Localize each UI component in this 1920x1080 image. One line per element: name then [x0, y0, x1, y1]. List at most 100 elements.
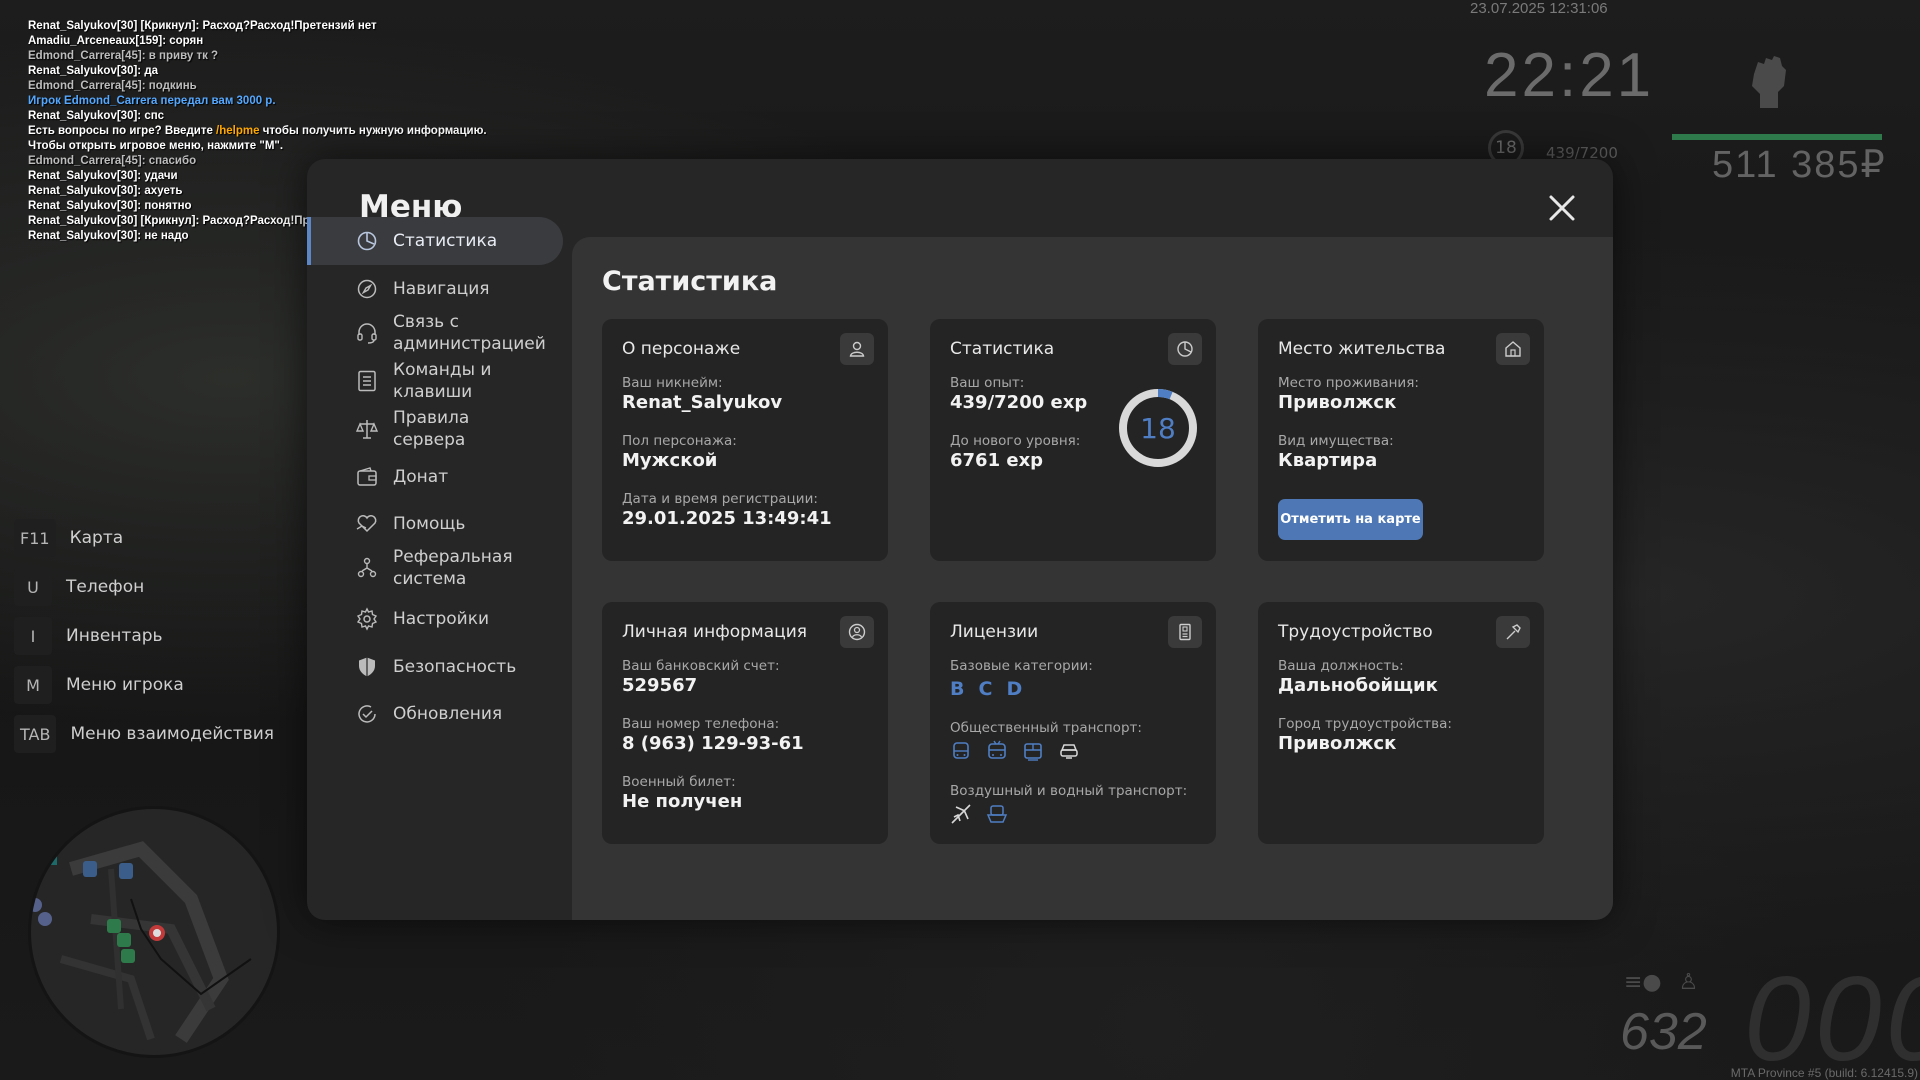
- sidebar-item-label: Навигация: [393, 279, 490, 299]
- key-label: Карта: [69, 528, 124, 548]
- card-character: О персонаже Ваш никнейм: Renat_Salyukov …: [602, 319, 888, 561]
- card-title: Статистика: [950, 339, 1055, 359]
- level-value: 18: [1140, 412, 1176, 445]
- sidebar-item-people-tree[interactable]: Реферальная система: [307, 540, 563, 596]
- exp-label: Ваш опыт:: [950, 375, 1025, 391]
- card-title: Место жительства: [1278, 339, 1446, 359]
- document-list-icon: [358, 370, 376, 392]
- airplane-icon: [951, 804, 971, 824]
- user-icon: [840, 333, 874, 365]
- shield-icon: [359, 657, 375, 677]
- sidebar-item-label: Обновления: [393, 704, 503, 724]
- minimap-roads: [31, 841, 252, 1043]
- hud-datetime: 23.07.2025 12:31:06: [1470, 0, 1608, 17]
- sidebar-item-label: Команды и клавиши: [393, 360, 492, 402]
- position-label: Ваша должность:: [1278, 658, 1404, 674]
- build-info: MTA Province #5 (build: 6.12415.9): [1730, 1066, 1918, 1080]
- chat-line: Edmond_Carrera[45]: в приву тк ?: [28, 50, 219, 62]
- hud-level-value: 18: [1495, 138, 1517, 158]
- hud-clock: 22:21: [1484, 41, 1655, 110]
- sidebar-item-scales[interactable]: Правила сервера: [307, 405, 563, 453]
- level-progress-ring: 18: [1119, 389, 1197, 467]
- military-label: Военный билет:: [622, 774, 736, 790]
- residence-value: Приволжск: [1278, 392, 1397, 413]
- bus-icon: [953, 742, 969, 759]
- pie-chart-icon: [1168, 333, 1202, 365]
- phone-label: Ваш номер телефона:: [622, 716, 780, 732]
- card-employment: Трудоустройство Ваша должность: Дальнобо…: [1258, 602, 1544, 844]
- chat-line: Renat_Salyukov[30]: да: [28, 65, 159, 77]
- key-label: Меню взаимодействия: [70, 724, 274, 744]
- key-hint-row: U Телефон: [14, 568, 274, 606]
- key-cap: F11: [14, 519, 56, 557]
- property-value: Квартира: [1278, 450, 1378, 471]
- taxi-icon: [1060, 744, 1078, 759]
- scales-icon: [355, 420, 379, 439]
- category-d: D: [1006, 678, 1025, 700]
- house-icon: [1496, 333, 1530, 365]
- registration-label: Дата и время регистрации:: [622, 491, 818, 507]
- hud-money: 511 385₽: [1712, 144, 1887, 186]
- card-title: Трудоустройство: [1278, 622, 1433, 642]
- sidebar-item-wallet[interactable]: Донат: [307, 453, 563, 501]
- base-categories: BCD: [950, 678, 1036, 700]
- fuel-readout: 632: [1620, 1003, 1707, 1061]
- card-residence: Место жительства Место проживания: Приво…: [1258, 319, 1544, 561]
- player-menu-window: Меню Статистика Навигация Связь с админист…: [307, 159, 1613, 920]
- people-tree-icon: [357, 557, 377, 578]
- phone-value: 8 (963) 129-93-61: [622, 733, 804, 754]
- trolleybus-icon: [988, 740, 1006, 759]
- sidebar-item-label: Настройки: [393, 609, 490, 629]
- sidebar-item-document-list[interactable]: Команды и клавиши: [307, 353, 563, 409]
- sidebar-item-gear[interactable]: Настройки: [307, 595, 563, 643]
- nickname-label: Ваш никнейм:: [622, 375, 723, 391]
- hammer-icon: [1496, 616, 1530, 648]
- speedometer-background: 000: [1744, 952, 1920, 1080]
- bank-label: Ваш банковский счет:: [622, 658, 780, 674]
- chat-line: Edmond_Carrera[45]: подкинь: [28, 80, 197, 92]
- pie-chart-icon: [357, 231, 377, 251]
- headlight-icon: ≡●: [1624, 970, 1662, 995]
- chat-line: Renat_Salyukov[30] [Крикнул]: Расход?Рас…: [28, 20, 377, 32]
- card-title: Лицензии: [950, 622, 1039, 642]
- key-hint-row: F11 Карта: [14, 519, 274, 557]
- work-city-value: Приволжск: [1278, 733, 1397, 754]
- content-panel: Статистика О персонаже Ваш никнейм: Rena…: [572, 237, 1613, 920]
- card-licenses: Лицензии Базовые категории: BCD Обществе…: [930, 602, 1216, 844]
- sidebar-item-label: Правила сервера: [393, 408, 470, 450]
- sidebar-item-shield[interactable]: Безопасность: [307, 643, 563, 691]
- mark-on-map-button[interactable]: Отметить на карте: [1278, 499, 1423, 540]
- key-hint-row: I Инвентарь: [14, 617, 274, 655]
- sidebar-item-pie-chart[interactable]: Статистика: [307, 217, 563, 265]
- category-b: B: [950, 678, 967, 700]
- residence-label: Место проживания:: [1278, 375, 1419, 391]
- bank-value: 529567: [622, 675, 698, 696]
- hud-health-fill: [1672, 134, 1882, 140]
- category-c: C: [978, 678, 995, 700]
- key-cap: U: [14, 568, 52, 606]
- close-icon[interactable]: [1545, 191, 1579, 225]
- tram-icon: [1024, 743, 1042, 761]
- exp-value: 439/7200 exp: [950, 392, 1088, 413]
- key-label: Телефон: [66, 577, 145, 597]
- sidebar-item-check-cycle[interactable]: Обновления: [307, 690, 563, 738]
- card-title: Личная информация: [622, 622, 808, 642]
- work-city-label: Город трудоустройства:: [1278, 716, 1452, 732]
- minimap: [28, 806, 280, 1058]
- vehicle-status-icons: ≡● ♙: [1624, 970, 1698, 995]
- chat-line: Amadiu_Arceneaux[159]: сорян: [28, 35, 204, 47]
- user-circle-icon: [840, 616, 874, 648]
- sidebar-item-label: Помощь: [393, 514, 466, 534]
- sidebar-item-label: Статистика: [393, 231, 498, 251]
- chat-line: Есть вопросы по игре? Введите /helpme чт…: [28, 125, 487, 137]
- nickname-value: Renat_Salyukov: [622, 392, 783, 413]
- next-level-label: До нового уровня:: [950, 433, 1081, 449]
- wallet-icon: [357, 467, 377, 486]
- compass-icon: [357, 279, 377, 299]
- chat-line: Чтобы открыть игровое меню, нажмите "M".: [28, 140, 284, 152]
- key-label: Инвентарь: [66, 626, 163, 646]
- key-cap: I: [14, 617, 52, 655]
- next-level-value: 6761 exp: [950, 450, 1044, 471]
- check-cycle-icon: [358, 705, 376, 723]
- gender-label: Пол персонажа:: [622, 433, 737, 449]
